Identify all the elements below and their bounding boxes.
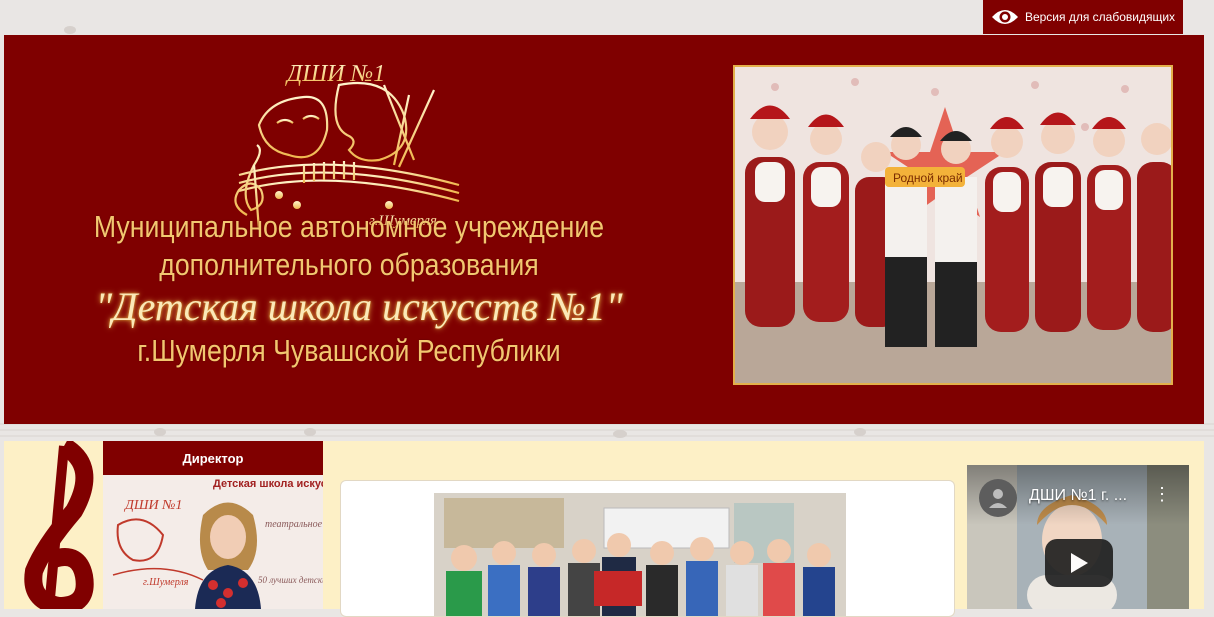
main-content: Директор Детская школа искусств ДШИ №1 г… [4, 441, 1204, 617]
video-embed[interactable]: ДШИ №1 г. ... ⋮ [967, 465, 1189, 609]
accessibility-version-button[interactable]: Версия для слабовидящих [983, 0, 1183, 34]
avatar-icon[interactable] [979, 479, 1017, 517]
banner-city: г.Шумерля [143, 577, 189, 588]
banner-school: Детская школа искусств [213, 478, 323, 490]
director-card[interactable]: Директор Детская школа искусств ДШИ №1 г… [103, 441, 323, 609]
hero-sign: Родной край [893, 171, 963, 185]
logo-text: ДШИ №1 [285, 61, 385, 87]
school-name: "Детская школа искусств №1" [95, 284, 623, 329]
director-title: Директор [103, 441, 323, 475]
video-title[interactable]: ДШИ №1 г. ... [1029, 487, 1127, 505]
more-vert-icon[interactable]: ⋮ [1153, 485, 1171, 503]
treble-clef-decoration [4, 441, 101, 609]
banner-theatre: театральное [265, 519, 323, 530]
banner-logo: ДШИ №1 [123, 498, 182, 513]
accessibility-version-label: Версия для слабовидящих [1024, 10, 1176, 24]
eye-icon [991, 7, 1019, 27]
director-photo[interactable]: Детская школа искусств ДШИ №1 г.Шумерля … [103, 475, 323, 609]
play-icon[interactable] [1045, 539, 1113, 587]
banner-caption: 50 лучших детских школ искусств Ро [258, 575, 323, 585]
site-header: ДШИ №1 г.Шумерля Муниципальное автономно… [4, 35, 1204, 424]
news-card[interactable] [340, 480, 955, 617]
institution-line-1: Муниципальное автономное учреждение [93, 209, 605, 244]
news-photo[interactable] [434, 493, 846, 616]
institution-line-2: дополнительного образования [159, 247, 539, 282]
institution-location: г.Шумерля Чувашской Республики [137, 333, 561, 368]
hero-photo[interactable]: Родной край [733, 65, 1173, 385]
school-logo[interactable]: ДШИ №1 г.Шумерля [209, 55, 479, 235]
